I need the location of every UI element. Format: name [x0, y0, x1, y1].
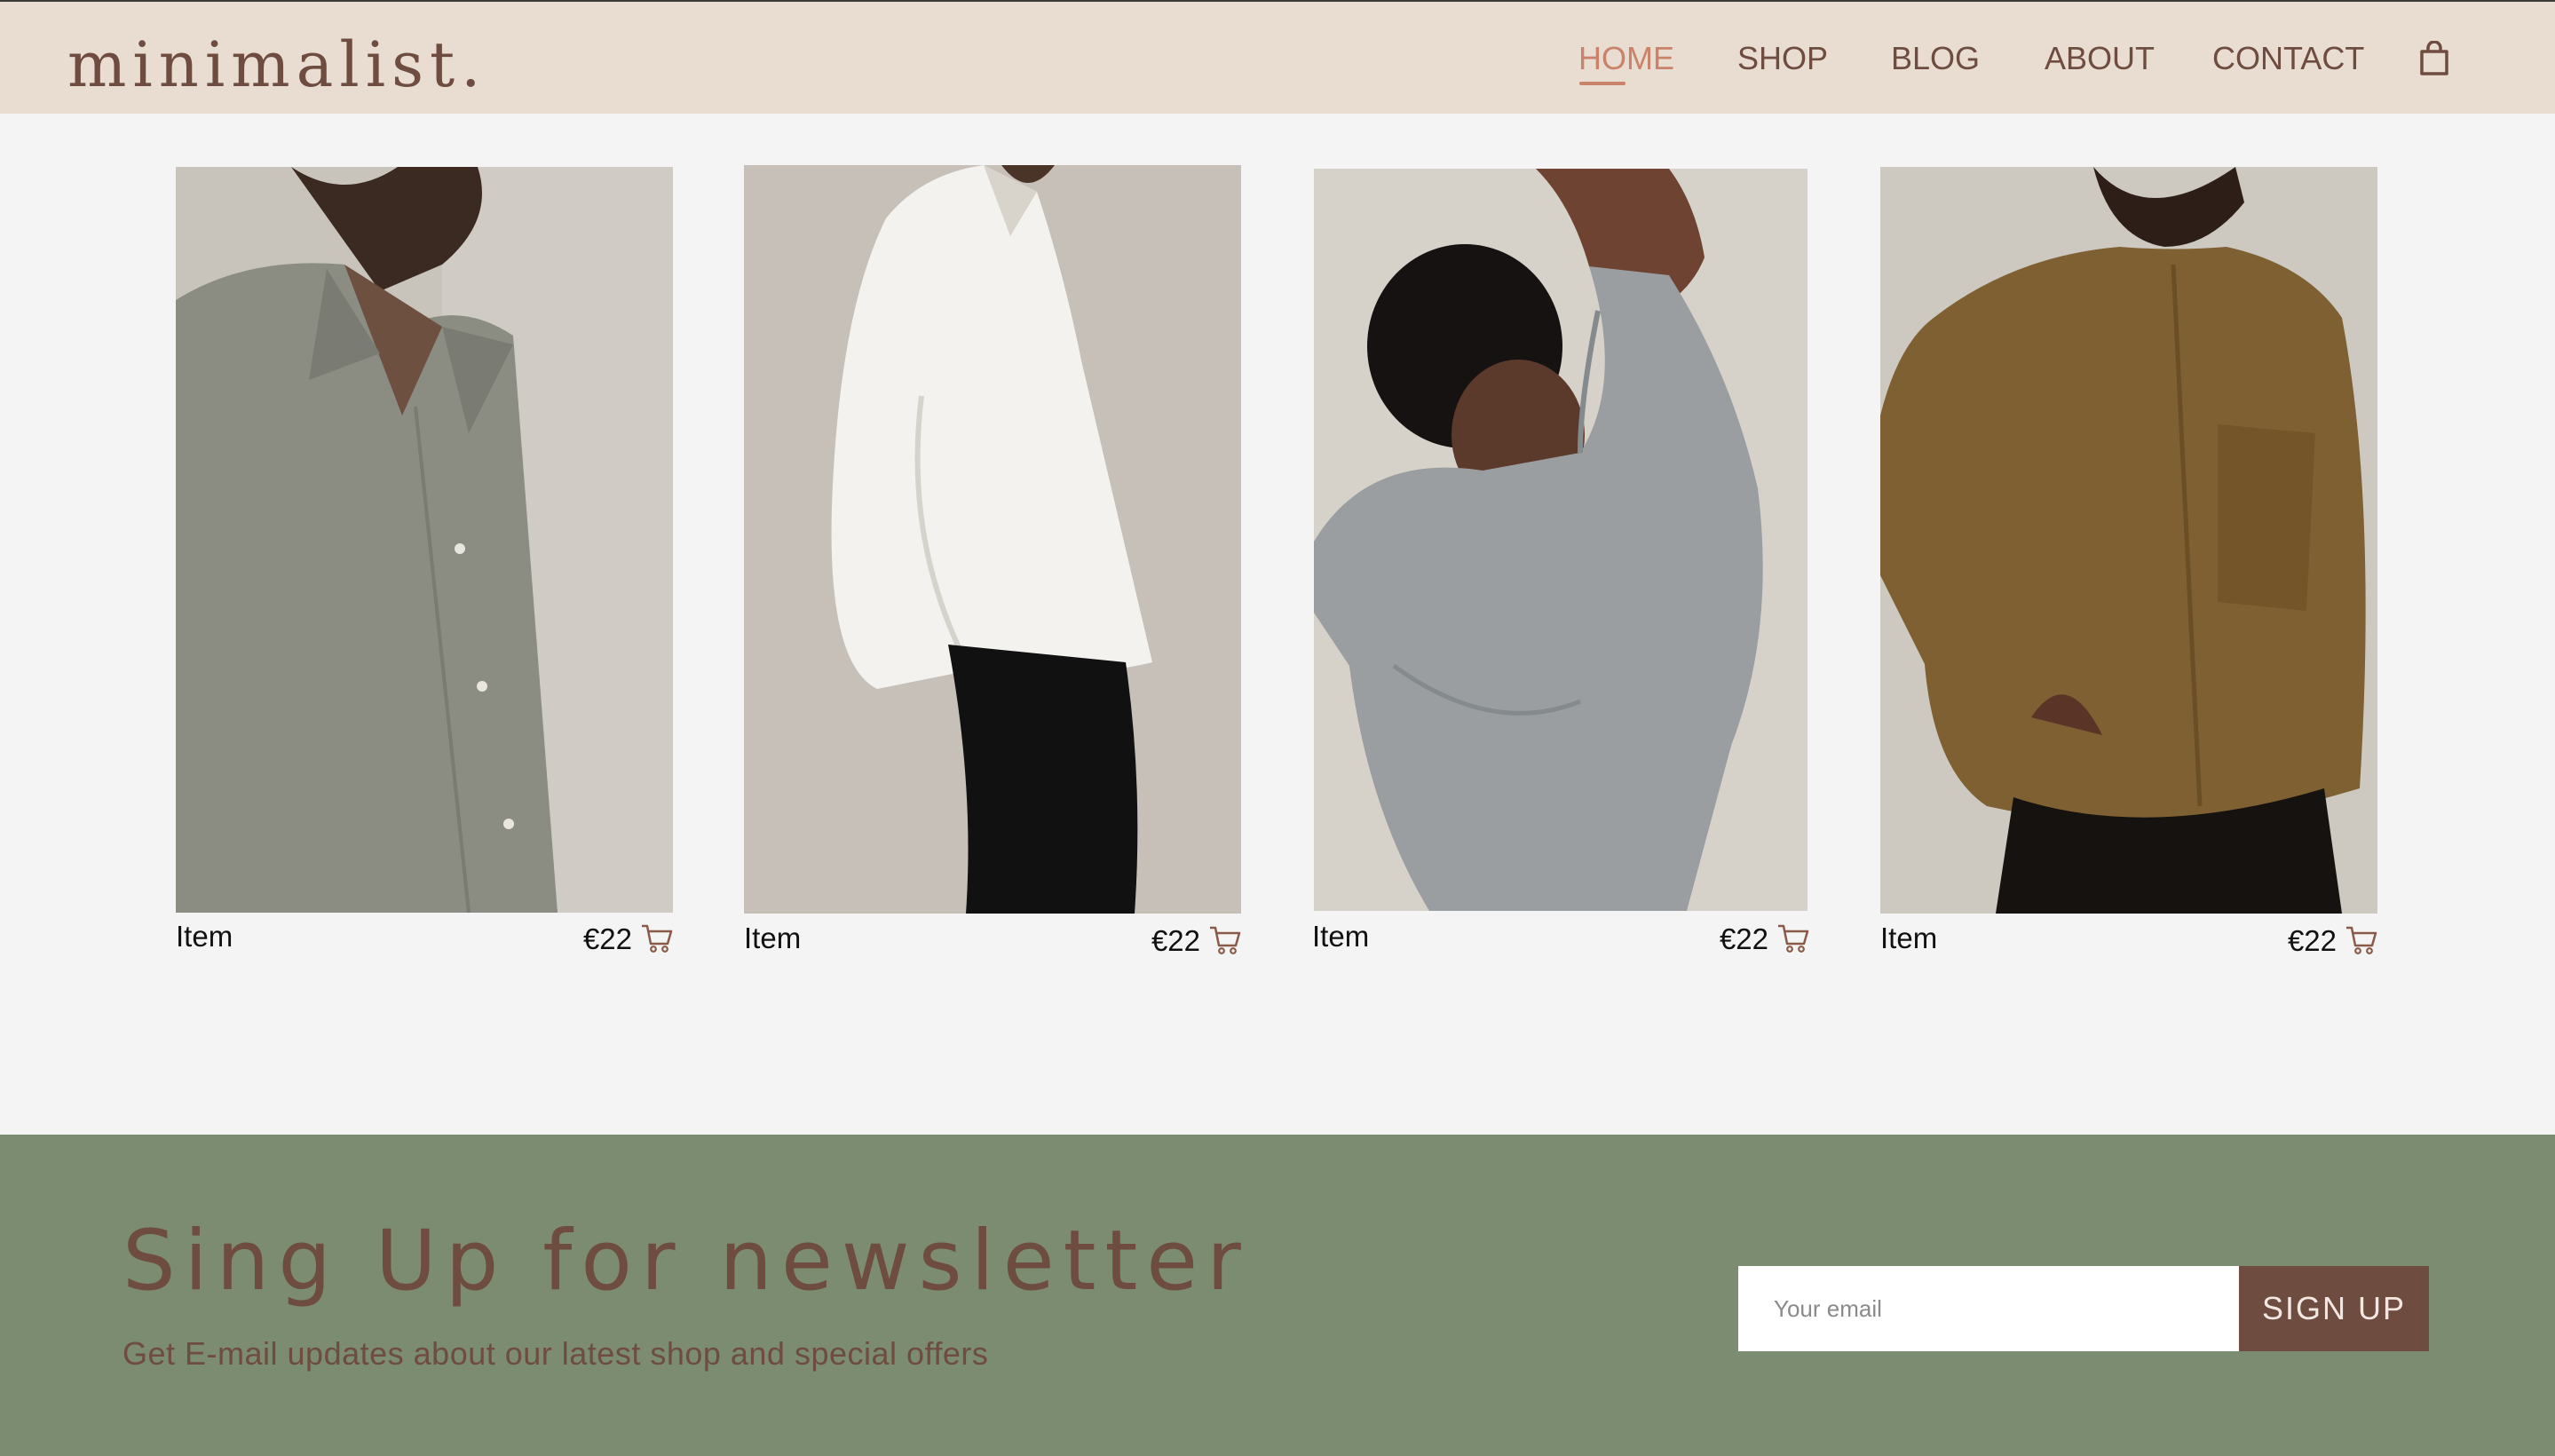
nav-about[interactable]: ABOUT	[2045, 36, 2155, 82]
product-name[interactable]: Item	[176, 919, 233, 954]
nav-contact[interactable]: CONTACT	[2212, 36, 2364, 82]
sign-up-button[interactable]: SIGN UP	[2239, 1266, 2429, 1351]
newsletter-section: Sing Up for newsletter Get E-mail update…	[0, 1135, 2555, 1456]
cart-icon[interactable]	[1209, 925, 1241, 955]
product-price: €22	[582, 922, 632, 955]
newsletter-title: Sing Up for newsletter	[123, 1213, 1250, 1310]
product-price: €22	[2287, 924, 2337, 957]
product-name[interactable]: Item	[1880, 921, 1937, 956]
product-price: €22	[1151, 924, 1200, 957]
nav-home[interactable]: HOME	[1578, 36, 1674, 82]
nav-active-underline	[1579, 82, 1626, 85]
product-photo[interactable]	[1880, 167, 2377, 914]
newsletter-subtitle: Get E-mail updates about our latest shop…	[123, 1335, 989, 1372]
nav-blog[interactable]: BLOG	[1891, 36, 1980, 82]
product-photo[interactable]	[1314, 169, 1807, 911]
product-photo[interactable]	[744, 165, 1241, 914]
cart-icon[interactable]	[1777, 923, 1809, 954]
shopping-bag-icon[interactable]	[2418, 41, 2450, 76]
cart-icon[interactable]	[2345, 925, 2377, 955]
cart-icon[interactable]	[641, 923, 673, 954]
site-header: minimalist. HOME SHOP BLOG ABOUT CONTACT	[0, 0, 2555, 114]
nav-shop[interactable]: SHOP	[1737, 36, 1828, 82]
product-name[interactable]: Item	[1312, 919, 1369, 954]
site-logo[interactable]: minimalist.	[67, 25, 486, 105]
product-name[interactable]: Item	[744, 921, 801, 956]
product-photo[interactable]	[176, 167, 673, 913]
email-input[interactable]	[1738, 1266, 2239, 1351]
product-price: €22	[1719, 922, 1768, 955]
